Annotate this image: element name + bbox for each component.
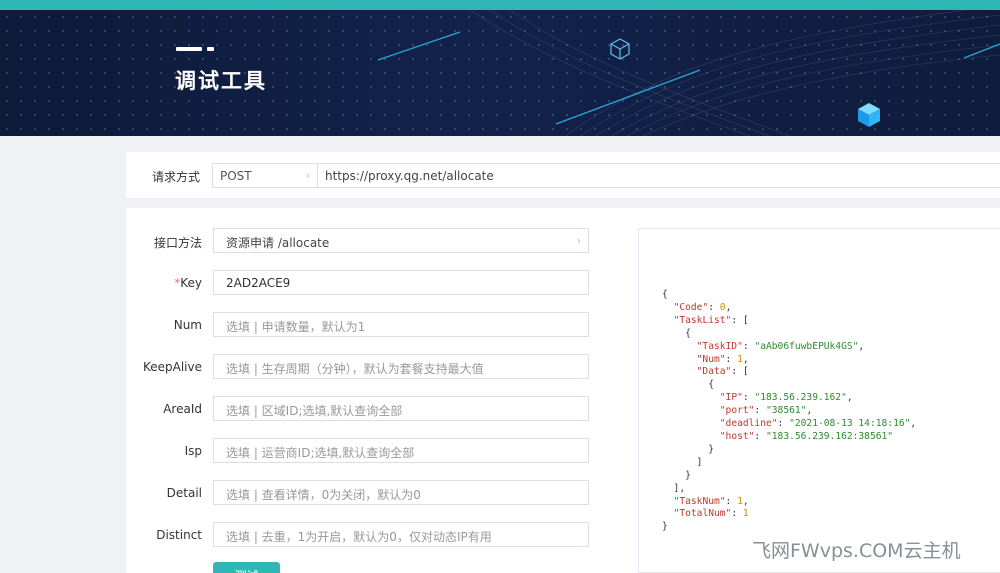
key-label: *Key [126,276,202,290]
json-num: 1 [737,353,743,365]
chevron-right-icon: › [576,234,581,247]
api-method-label: 接口方法 [153,236,202,250]
form-row-areaid: AreaId 选填 | 区域ID;选填,默认查询全部 [126,396,596,422]
url-field[interactable]: https://proxy.qg.net/allocate [317,163,1000,188]
distinct-input[interactable]: 选填 | 去重，1为开启，默认为0，仅对动态IP有用 [213,522,589,547]
json-code: 0 [719,301,726,313]
keepalive-input[interactable]: 选填 | 生存周期（分钟），默认为套餐支持最大值 [213,354,589,379]
json-host: 183.56.239.162:38561 [771,430,888,442]
areaid-input[interactable]: 选填 | 区域ID;选填,默认查询全部 [213,396,589,421]
cube-outline-icon [610,38,630,60]
keepalive-label: KeepAlive [142,360,202,374]
json-ip: 183.56.239.162 [760,392,842,404]
response-panel: { "Code": 0, "TaskList": [ { "TaskID": "… [638,228,1000,573]
cube-icon [858,103,880,127]
areaid-label: AreaId [163,402,202,416]
json-port: 38561 [771,405,801,417]
title-decoration [176,47,202,51]
method-select[interactable]: POST › [212,163,318,188]
isp-label: Isp [184,444,202,458]
url-value: https://proxy.qg.net/allocate [325,169,494,183]
form-panel: 接口方法 资源申请 /allocate › *Key 2AD2ACE9 Num … [126,208,1000,573]
form-row-distinct: Distinct 选填 | 去重，1为开启，默认为0，仅对动态IP有用 [126,522,596,548]
form-row-isp: Isp 选填 | 运营商ID;选填,默认查询全部 [126,438,596,464]
request-method-label: 请求方式 [151,170,200,184]
num-label: Num [173,318,202,332]
page-banner: 调试工具 [0,10,1000,136]
num-input[interactable]: 选填 | 申请数量，默认为1 [213,312,589,337]
isp-input[interactable]: 选填 | 运营商ID;选填,默认查询全部 [213,438,589,463]
banner-wave-graphic [377,10,1000,136]
test-button[interactable]: 测试 [213,562,280,573]
title-decoration-dot [207,47,214,51]
form-row-num: Num 选填 | 申请数量，默认为1 [126,312,596,338]
response-json: { "Code": 0, "TaskList": [ { "TaskID": "… [662,289,917,533]
json-task-id: aAb06fuwbEPUk4GS [760,340,853,352]
top-accent-bar [0,0,1000,10]
api-method-select[interactable]: 资源申请 /allocate › [213,228,589,253]
key-label-text: Key [180,276,202,290]
key-input[interactable]: 2AD2ACE9 [213,270,589,295]
page-title: 调试工具 [175,69,267,93]
json-deadline: 2021-08-13 14:18:16 [794,418,905,430]
api-method-value: 资源申请 /allocate [226,236,330,250]
watermark: 飞网FWvps.COM云主机 [752,540,961,562]
form-row-detail: Detail 选填 | 查看详情，0为关闭，默认为0 [126,480,596,506]
json-total-num: 1 [742,508,749,520]
method-value: POST [220,169,252,183]
detail-input[interactable]: 选填 | 查看详情，0为关闭，默认为0 [213,480,589,505]
detail-label: Detail [166,486,202,500]
request-method-panel: 请求方式 POST › https://proxy.qg.net/allocat… [126,152,1000,198]
distinct-label: Distinct [156,528,202,542]
chevron-right-icon: › [305,169,310,182]
form-row-key: *Key 2AD2ACE9 [126,270,596,296]
form-row-api-method: 接口方法 资源申请 /allocate › [126,228,596,254]
form-row-keepalive: KeepAlive 选填 | 生存周期（分钟），默认为套餐支持最大值 [126,354,596,380]
json-task-num: 1 [737,495,743,507]
